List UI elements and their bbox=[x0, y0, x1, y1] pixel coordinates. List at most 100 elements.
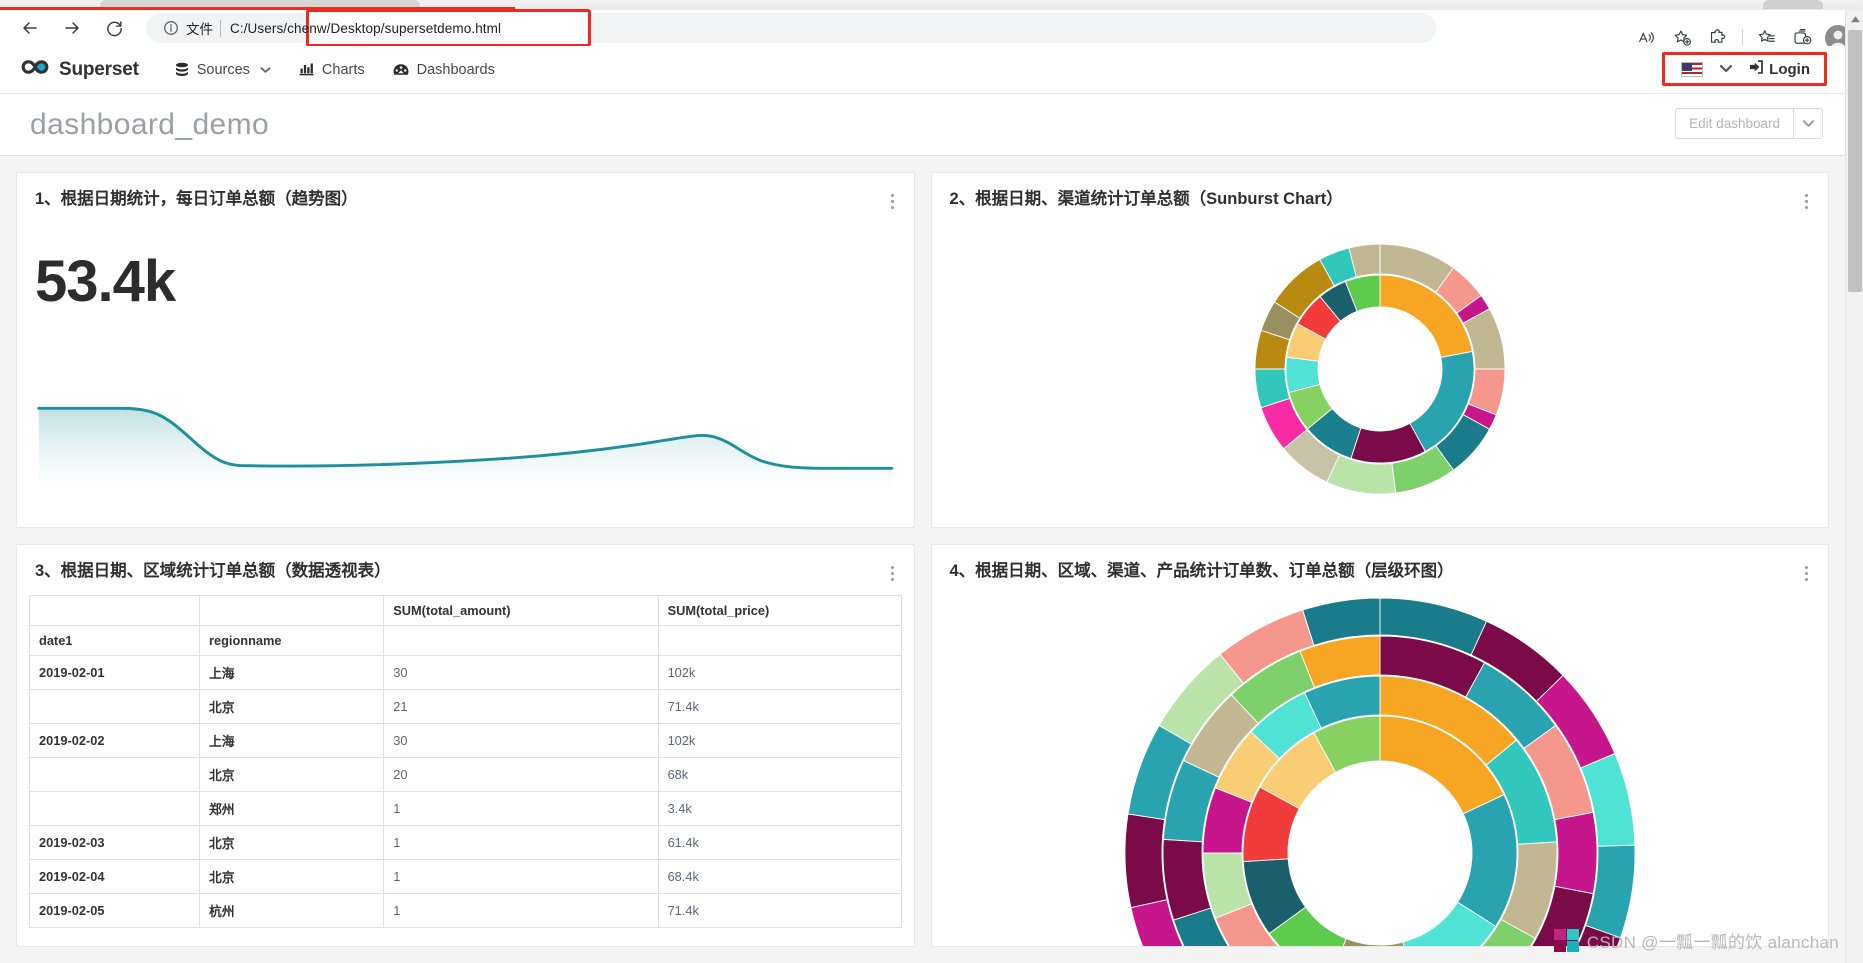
row-date bbox=[29, 757, 200, 792]
row-price: 71.4k bbox=[657, 689, 902, 724]
row-amount: 30 bbox=[383, 723, 659, 758]
chart-card-sunburst: 2、根据日期、渠道统计订单总额（Sunburst Chart） bbox=[930, 172, 1829, 528]
scroll-up-arrow-icon[interactable] bbox=[1846, 10, 1863, 28]
row-region: 郑州 bbox=[198, 791, 385, 826]
table-header-metrics: SUM(total_amount) SUM(total_price) bbox=[29, 595, 902, 626]
browser-tab-strip[interactable] bbox=[0, 0, 1863, 11]
header-blank-3 bbox=[383, 625, 659, 656]
superset-nav-links: Sources Charts Dashboards bbox=[163, 56, 507, 84]
dashboard-icon bbox=[393, 63, 409, 77]
row-amount: 1 bbox=[383, 859, 659, 894]
row-price: 68.4k bbox=[657, 859, 902, 894]
page-title: dashboard_demo bbox=[30, 107, 270, 141]
card3-title: 3、根据日期、区域统计订单总额（数据透视表） bbox=[35, 562, 391, 580]
row-amount: 21 bbox=[383, 689, 659, 724]
row-price: 68k bbox=[657, 757, 902, 792]
card1-title: 1、根据日期统计，每日订单总额（趋势图） bbox=[35, 190, 358, 208]
row-region: 北京 bbox=[198, 689, 385, 724]
row-region: 杭州 bbox=[198, 893, 385, 928]
edit-dashboard-caret[interactable] bbox=[1793, 108, 1823, 139]
row-amount: 1 bbox=[383, 825, 659, 860]
chart-card-hierarchical-sunburst: 4、根据日期、区域、渠道、产品统计订单数、订单总额（层级环图） bbox=[930, 544, 1829, 947]
trend-sparkline bbox=[35, 401, 896, 501]
row-region: 上海 bbox=[198, 723, 385, 758]
row-date: 2019-02-03 bbox=[29, 825, 200, 860]
login-button[interactable]: Login bbox=[1747, 59, 1810, 79]
hierarchical-sunburst-chart[interactable] bbox=[932, 593, 1829, 946]
row-price: 61.4k bbox=[657, 825, 902, 860]
header-regionname: regionname bbox=[198, 625, 385, 656]
card4-title: 4、根据日期、区域、渠道、产品统计订单数、订单总额（层级环图） bbox=[949, 562, 1454, 580]
card4-more-vertical-icon[interactable] bbox=[1803, 562, 1810, 585]
us-flag-icon[interactable] bbox=[1681, 61, 1704, 77]
header-blank-2 bbox=[198, 595, 385, 626]
card2-more-vertical-icon[interactable] bbox=[1803, 190, 1810, 213]
nav-item-dashboards-label: Dashboards bbox=[416, 61, 495, 78]
row-date: 2019-02-05 bbox=[29, 893, 200, 928]
table-row: 2019-02-03 北京 1 61.4k bbox=[29, 825, 902, 860]
header-sum-total-amount: SUM(total_amount) bbox=[383, 595, 659, 626]
card-header: 2、根据日期、渠道统计订单总额（Sunburst Chart） bbox=[932, 173, 1829, 217]
table-row: 北京 20 68k bbox=[29, 757, 902, 792]
table-header-dimensions: date1 regionname bbox=[29, 625, 902, 656]
card-header: 1、根据日期统计，每日订单总额（趋势图） bbox=[17, 173, 914, 217]
pivot-table: SUM(total_amount) SUM(total_price) date1… bbox=[29, 595, 902, 928]
table-row: 2019-02-05 杭州 1 71.4k bbox=[29, 893, 902, 928]
back-button[interactable] bbox=[12, 12, 48, 44]
row-amount: 30 bbox=[383, 655, 659, 690]
header-date1: date1 bbox=[29, 625, 200, 656]
header-blank-1 bbox=[29, 595, 200, 626]
row-date: 2019-02-04 bbox=[29, 859, 200, 894]
database-icon bbox=[175, 62, 189, 78]
nav-item-sources[interactable]: Sources bbox=[163, 56, 283, 84]
row-price: 102k bbox=[657, 723, 902, 758]
file-scheme-label: 文件 bbox=[186, 22, 213, 37]
card-header: 4、根据日期、区域、渠道、产品统计订单数、订单总额（层级环图） bbox=[932, 545, 1829, 589]
superset-navbar: Superset Sources Charts Dashboards Login bbox=[0, 46, 1845, 94]
dashboard-header: dashboard_demo Edit dashboard bbox=[0, 94, 1845, 156]
sunburst-segment[interactable] bbox=[1124, 813, 1168, 909]
row-amount: 1 bbox=[383, 791, 659, 826]
pivot-table-wrapper[interactable]: SUM(total_amount) SUM(total_price) date1… bbox=[29, 595, 902, 928]
reload-button[interactable] bbox=[96, 12, 132, 44]
row-region: 北京 bbox=[198, 859, 385, 894]
language-chevron-down-icon[interactable] bbox=[1719, 60, 1733, 78]
sparkline-svg bbox=[37, 406, 894, 501]
browser-toolbar: 文件 C:/Users/chenw/Desktop/supersetdemo.h… bbox=[0, 9, 1863, 51]
header-sum-total-price: SUM(total_price) bbox=[657, 595, 902, 626]
row-date bbox=[29, 689, 200, 724]
superset-brand[interactable]: Superset bbox=[20, 57, 139, 82]
row-region: 上海 bbox=[198, 655, 385, 690]
row-date: 2019-02-02 bbox=[29, 723, 200, 758]
info-circle-icon[interactable] bbox=[162, 19, 180, 37]
hierarchical-sunburst-svg[interactable] bbox=[1120, 593, 1640, 946]
row-date: 2019-02-01 bbox=[29, 655, 200, 690]
browser-tab-secondary[interactable] bbox=[1763, 0, 1823, 9]
page-scrollbar[interactable] bbox=[1845, 10, 1863, 963]
row-amount: 20 bbox=[383, 757, 659, 792]
sunburst-svg[interactable] bbox=[1235, 224, 1525, 514]
sunburst-chart[interactable] bbox=[932, 217, 1829, 521]
address-bar[interactable]: 文件 C:/Users/chenw/Desktop/supersetdemo.h… bbox=[146, 9, 1436, 47]
nav-item-charts[interactable]: Charts bbox=[287, 56, 377, 84]
table-row: 2019-02-04 北京 1 68.4k bbox=[29, 859, 902, 894]
forward-button[interactable] bbox=[54, 12, 90, 44]
address-url-text[interactable]: C:/Users/chenw/Desktop/supersetdemo.html bbox=[230, 21, 501, 36]
row-price: 3.4k bbox=[657, 791, 902, 826]
sunburst-segment[interactable] bbox=[1554, 811, 1598, 895]
table-row: 2019-02-02 上海 30 102k bbox=[29, 723, 902, 758]
big-number-value: 53.4k bbox=[35, 249, 176, 314]
dashboard-grid: 1、根据日期统计，每日订单总额（趋势图） 53.4k 2、根据日期、渠道统计订单… bbox=[0, 156, 1845, 963]
row-price: 71.4k bbox=[657, 893, 902, 928]
navbar-right-annotated: Login bbox=[1662, 52, 1827, 86]
row-date bbox=[29, 791, 200, 826]
row-region: 北京 bbox=[198, 825, 385, 860]
card1-more-vertical-icon[interactable] bbox=[889, 190, 896, 213]
row-region: 北京 bbox=[198, 757, 385, 792]
scrollbar-thumb[interactable] bbox=[1848, 30, 1862, 292]
edit-dashboard-button[interactable]: Edit dashboard bbox=[1675, 108, 1793, 139]
card3-more-vertical-icon[interactable] bbox=[889, 562, 896, 585]
nav-item-dashboards[interactable]: Dashboards bbox=[381, 56, 507, 84]
table-row: 北京 21 71.4k bbox=[29, 689, 902, 724]
edit-dashboard-group: Edit dashboard bbox=[1675, 108, 1823, 139]
